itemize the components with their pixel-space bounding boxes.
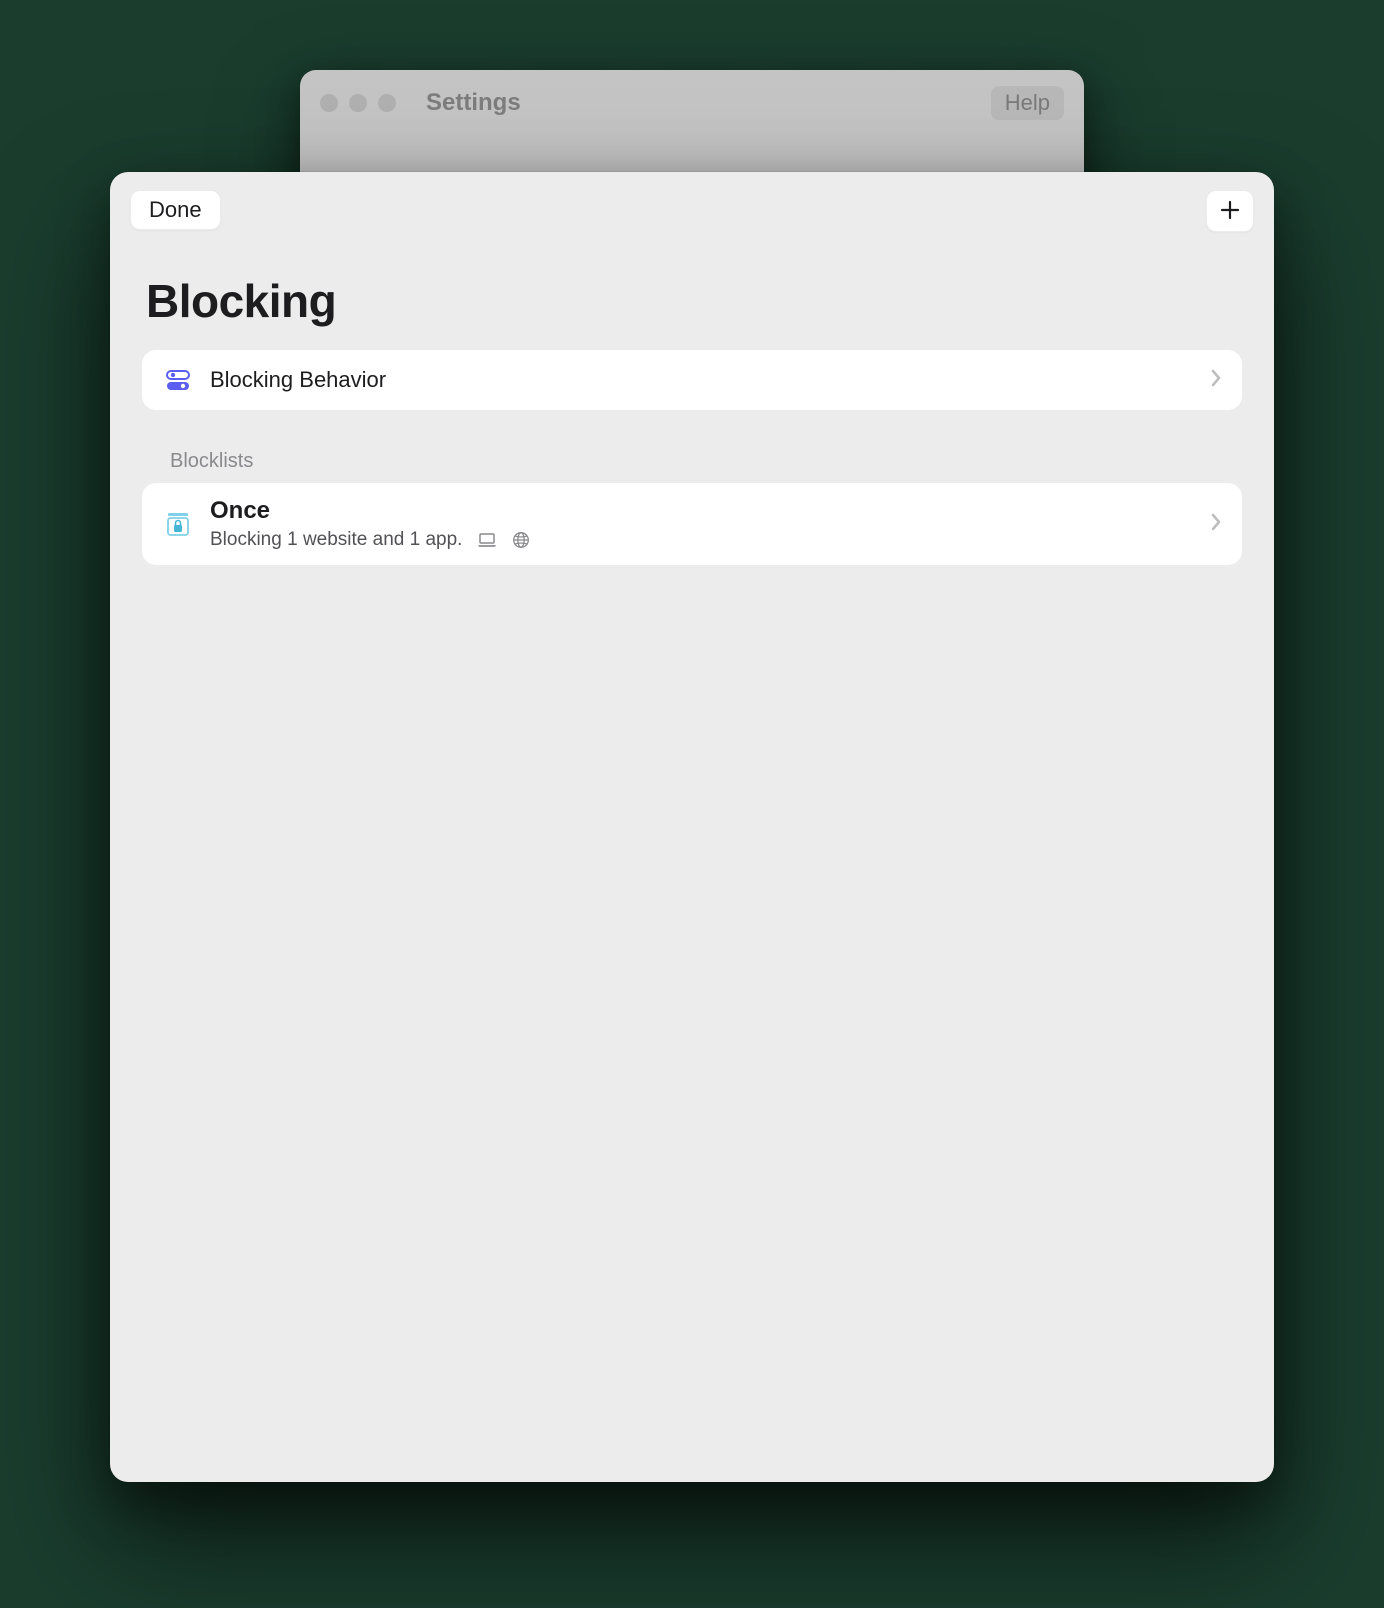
backdrop-titlebar: Settings Help xyxy=(320,86,1064,120)
blocklists-section-header: Blocklists xyxy=(110,410,1274,483)
add-blocklist-button[interactable] xyxy=(1206,190,1254,232)
backdrop-window-title: Settings xyxy=(426,89,979,117)
blocklist-row-once[interactable]: Once Blocking 1 website and 1 app. xyxy=(142,483,1242,565)
blocking-sheet: Done Blocking Blocking Behavior xyxy=(110,172,1274,1482)
blocklist-subtitle: Blocking 1 website and 1 app. xyxy=(210,529,462,551)
page-title: Blocking xyxy=(110,232,1274,350)
globe-icon xyxy=(512,531,530,549)
blocklist-lock-icon xyxy=(160,506,196,542)
done-button[interactable]: Done xyxy=(130,190,221,230)
done-button-label: Done xyxy=(149,197,202,222)
fullscreen-window-button[interactable] xyxy=(378,94,396,112)
sheet-toolbar: Done xyxy=(110,172,1274,232)
plus-icon xyxy=(1219,199,1241,224)
help-button-label: Help xyxy=(1005,90,1050,115)
toggles-icon xyxy=(160,362,196,398)
blocklist-subtitle-row: Blocking 1 website and 1 app. xyxy=(210,529,1210,551)
blocking-behavior-row[interactable]: Blocking Behavior xyxy=(142,350,1242,410)
chevron-right-icon xyxy=(1210,368,1222,393)
close-window-button[interactable] xyxy=(320,94,338,112)
help-button[interactable]: Help xyxy=(991,86,1064,120)
blocklist-text-wrap: Once Blocking 1 website and 1 app. xyxy=(210,497,1210,551)
blocking-behavior-label: Blocking Behavior xyxy=(210,367,1210,393)
blocklist-name: Once xyxy=(210,497,1210,525)
window-traffic-lights xyxy=(320,94,396,112)
minimize-window-button[interactable] xyxy=(349,94,367,112)
laptop-icon xyxy=(476,532,498,548)
chevron-right-icon xyxy=(1210,512,1222,537)
